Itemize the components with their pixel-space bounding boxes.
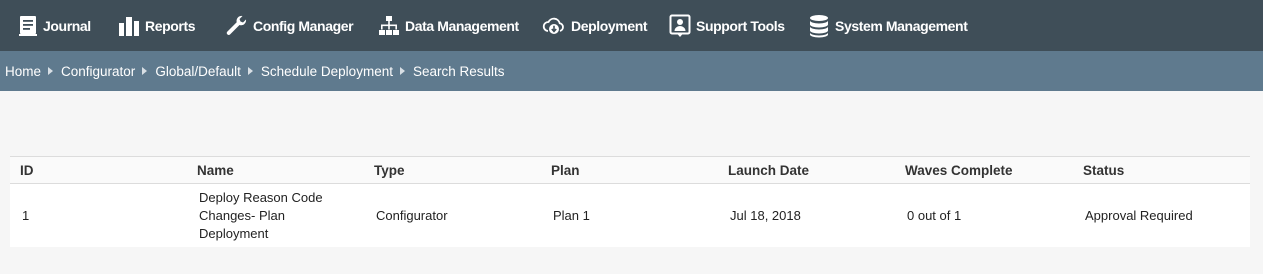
- support-person-icon: [669, 14, 691, 38]
- cell-type: Configurator: [376, 208, 448, 223]
- cell-plan: Plan 1: [553, 208, 590, 223]
- cell-id: 1: [22, 208, 30, 223]
- database-icon: [808, 14, 830, 38]
- breadcrumb-search-results: Search Results: [412, 63, 505, 79]
- breadcrumb: Home Configurator Global/Default Schedul…: [0, 51, 1263, 91]
- table-row[interactable]: 1 Deploy Reason Code Changes- Plan Deplo…: [10, 184, 1250, 247]
- cloud-download-icon: [542, 15, 566, 37]
- breadcrumb-home[interactable]: Home: [5, 64, 41, 79]
- cell-status: Approval Required: [1085, 208, 1193, 223]
- column-header-status[interactable]: Status: [1083, 157, 1124, 184]
- nav-journal[interactable]: Journal: [18, 0, 91, 51]
- breadcrumb-separator-icon: [48, 67, 54, 75]
- column-header-type[interactable]: Type: [374, 157, 405, 184]
- breadcrumb-global-default[interactable]: Global/Default: [155, 64, 241, 79]
- breadcrumb-configurator[interactable]: Configurator: [61, 64, 135, 79]
- nav-reports[interactable]: Reports: [118, 0, 196, 51]
- search-results-table: ID Name Type Plan Launch Date Waves Comp…: [10, 156, 1250, 247]
- nav-support-tools[interactable]: Support Tools: [669, 0, 785, 51]
- column-header-launch-date[interactable]: Launch Date: [728, 157, 809, 184]
- column-header-name[interactable]: Name: [197, 157, 234, 184]
- bar-chart-icon: [118, 15, 140, 37]
- nav-config-manager-label: Config Manager: [253, 17, 354, 34]
- nav-data-management[interactable]: Data Management: [378, 0, 519, 51]
- column-header-waves-complete[interactable]: Waves Complete: [905, 157, 1013, 184]
- nav-system-management-label: System Management: [835, 17, 968, 34]
- table-header: ID Name Type Plan Launch Date Waves Comp…: [10, 156, 1250, 184]
- breadcrumb-separator-icon: [247, 67, 253, 75]
- cell-launch-date: Jul 18, 2018: [730, 208, 801, 223]
- top-navigation-bar: Journal Reports Config Manager Data Mana…: [0, 0, 1263, 51]
- cell-waves-complete: 0 out of 1: [907, 208, 962, 223]
- nav-reports-label: Reports: [145, 17, 196, 34]
- nav-deployment[interactable]: Deployment: [542, 0, 648, 51]
- column-header-id[interactable]: ID: [20, 157, 34, 184]
- cell-name[interactable]: Deploy Reason Code Changes- Plan Deploym…: [199, 184, 349, 247]
- column-header-plan[interactable]: Plan: [551, 157, 580, 184]
- wrench-icon: [226, 15, 248, 37]
- journal-icon: [18, 15, 38, 37]
- nav-data-management-label: Data Management: [405, 17, 519, 34]
- nav-deployment-label: Deployment: [571, 17, 648, 34]
- nav-journal-label: Journal: [43, 17, 91, 34]
- breadcrumb-schedule-deployment[interactable]: Schedule Deployment: [261, 64, 393, 79]
- nav-config-manager[interactable]: Config Manager: [226, 0, 354, 51]
- breadcrumb-separator-icon: [142, 67, 148, 75]
- sitemap-icon: [378, 15, 400, 37]
- nav-support-tools-label: Support Tools: [696, 17, 785, 34]
- breadcrumb-separator-icon: [399, 67, 405, 75]
- nav-system-management[interactable]: System Management: [808, 0, 968, 51]
